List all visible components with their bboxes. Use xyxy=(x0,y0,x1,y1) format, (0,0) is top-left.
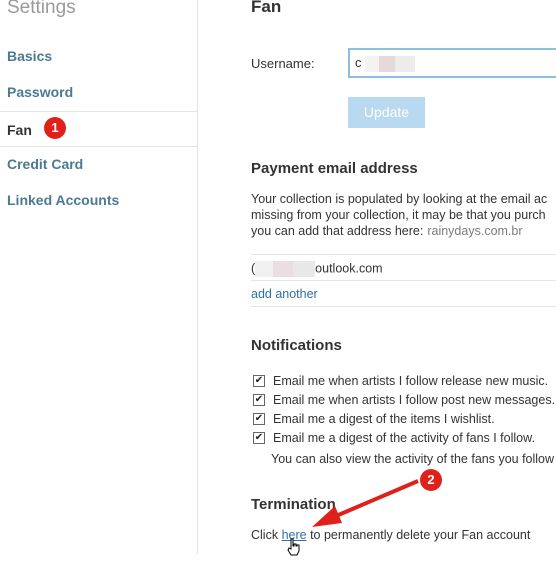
redacted-block xyxy=(395,55,416,72)
redacted-block xyxy=(255,261,274,277)
email-suffix: outlook.com xyxy=(315,261,383,276)
payment-description: Your collection is populated by looking … xyxy=(251,191,556,239)
watermark: rainydays.com.br xyxy=(427,224,523,238)
checkbox-checked-icon[interactable]: ✔ xyxy=(253,431,265,444)
redacted-block xyxy=(365,55,380,72)
settings-sidebar: Settings Basics Password Fan Credit Card… xyxy=(0,0,198,554)
checkbox-checked-icon[interactable]: ✔ xyxy=(253,412,265,425)
hand-pointer-cursor-icon xyxy=(287,538,301,561)
notify-fans-label: Email me a digest of the activity of fan… xyxy=(273,431,535,445)
page-title: Fan xyxy=(251,0,282,16)
sidebar-item-credit-card[interactable]: Credit Card xyxy=(0,146,197,182)
payment-line: missing from your collection, it may be … xyxy=(251,208,546,222)
divider xyxy=(251,306,556,307)
notify-wishlist-row[interactable]: ✔ Email me a digest of the items I wishli… xyxy=(253,411,495,427)
username-value: c xyxy=(355,55,362,70)
payment-email-heading: Payment email address xyxy=(251,160,418,177)
payment-line: Your collection is populated by looking … xyxy=(251,192,548,206)
username-input[interactable]: c xyxy=(348,48,556,78)
sidebar-item-linked-accounts[interactable]: Linked Accounts xyxy=(0,182,197,218)
divider xyxy=(251,254,556,255)
payment-line-last: you can add that address here: rainydays.… xyxy=(251,224,523,238)
checkbox-checked-icon[interactable]: ✔ xyxy=(253,393,265,406)
termination-text-before: Click xyxy=(251,528,282,542)
sidebar-item-basics[interactable]: Basics xyxy=(0,38,197,74)
notify-messages-label: Email me when artists I follow post new … xyxy=(273,393,556,407)
username-label: Username: xyxy=(251,56,315,71)
redacted-block xyxy=(293,261,316,277)
termination-heading: Termination xyxy=(251,496,336,513)
termination-text-after: to permanently delete your Fan account xyxy=(306,528,531,542)
divider xyxy=(251,280,556,281)
payment-email-row: (outlook.com xyxy=(251,261,383,277)
update-button[interactable]: Update xyxy=(348,97,425,128)
step-badge-2: 2 xyxy=(420,469,442,491)
step-badge-1: 1 xyxy=(44,117,66,139)
settings-title: Settings xyxy=(7,0,76,18)
sidebar-item-password[interactable]: Password xyxy=(0,74,197,110)
notify-release-row[interactable]: ✔ Email me when artists I follow release … xyxy=(253,373,548,389)
sidebar-item-fan[interactable]: Fan xyxy=(0,111,197,147)
notify-fans-row[interactable]: ✔ Email me a digest of the activity of fa… xyxy=(253,430,535,446)
notify-messages-row[interactable]: ✔ Email me when artists I follow post new… xyxy=(253,392,555,408)
redacted-block xyxy=(379,55,396,72)
activity-note: You can also view the activity of the fa… xyxy=(271,452,556,466)
notify-release-label: Email me when artists I follow release n… xyxy=(273,374,549,388)
add-another-link[interactable]: add another xyxy=(251,287,318,301)
fan-settings-panel: Fan Username: c Update Payment email add… xyxy=(251,0,556,554)
checkbox-checked-icon[interactable]: ✔ xyxy=(253,374,265,387)
notify-wishlist-label: Email me a digest of the items I wishlis… xyxy=(273,412,495,426)
notifications-heading: Notifications xyxy=(251,337,342,354)
redacted-block xyxy=(273,261,294,277)
